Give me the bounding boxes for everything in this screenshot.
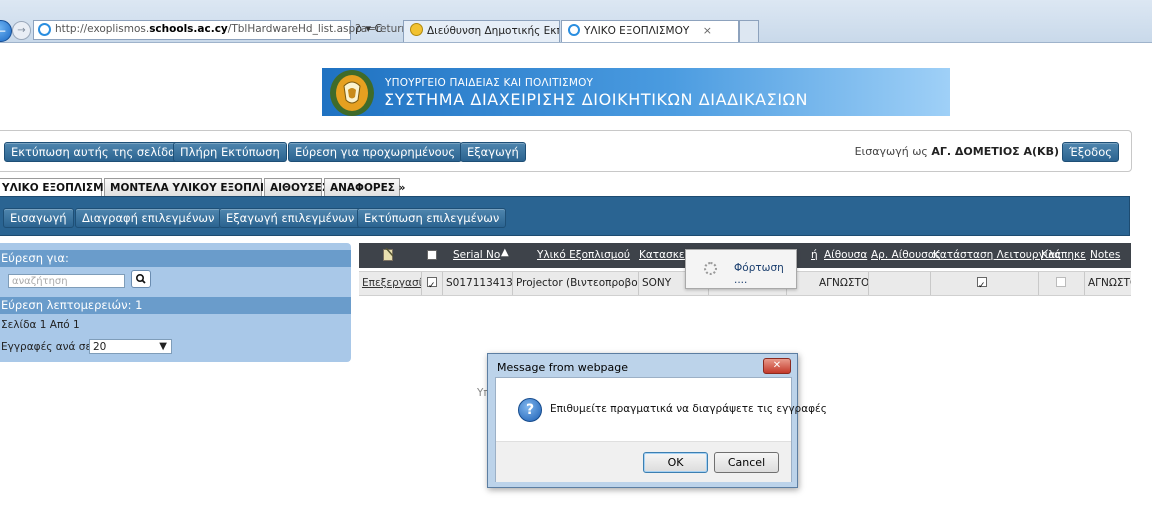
search-button[interactable] — [131, 270, 151, 288]
top-toolbar: Εκτύπωση αυτής της σελίδας Πλήρη Εκτύπωσ… — [0, 130, 1132, 172]
search-panel: Εύρεση για: Εύρεση λεπτομερειών: 1 Σελίδ… — [0, 243, 351, 362]
edit-link[interactable]: Επεξεργασία — [359, 272, 422, 295]
advanced-search-button[interactable]: Εύρεση για προχωρημένους — [288, 142, 463, 162]
ie-icon — [38, 23, 51, 36]
tab-label: Διεύθυνση Δημοτικής Εκπαιδ... — [427, 25, 559, 37]
tab-hardware[interactable]: ΥΛΙΚΟ ΕΞΟΠΛΙΣΜΟΥ — [0, 178, 120, 197]
header-serial[interactable]: Serial No — [453, 249, 500, 261]
chevron-down-icon: ▼ — [159, 341, 167, 352]
tab-label: ΥΛΙΚΟ ΕΞΟΠΛΙΣΜΟΥ — [584, 25, 690, 37]
banner-title: ΣΥΣΤΗΜΑ ΔΙΑΧΕΙΡΙΣΗΣ ΔΙΟΙΚΗΤΙΚΩΝ ΔΙΑΔΙΚΑΣ… — [384, 90, 809, 109]
new-tab-button[interactable] — [739, 20, 759, 42]
browser-tab-directorate[interactable]: Διεύθυνση Δημοτικής Εκπαιδ... — [403, 20, 560, 42]
stolen-checkbox — [1056, 277, 1066, 287]
page-info: Σελίδα 1 Από 1 — [1, 319, 80, 331]
cell-hardware: Projector (Βιντεοπροβολέας) — [513, 272, 639, 295]
tab-hardware-models[interactable]: ΜΟΝΤΕΛΑ ΥΛΙΚΟΥ ΕΞΟΠΛΙΣΜΟΥ — [104, 178, 298, 197]
edit-column-icon — [383, 248, 394, 261]
cyprus-emblem-icon — [330, 70, 374, 116]
tab-reports[interactable]: ΑΝΑΦΟΡΕΣ » — [324, 178, 405, 197]
select-all-checkbox[interactable] — [427, 250, 437, 260]
forward-icon[interactable]: → — [12, 21, 31, 40]
action-bar: Εισαγωγή Διαγραφή επιλεγμένων Εξαγωγή επ… — [0, 196, 1130, 236]
address-bar[interactable]: http://exoplismos.schools.ac.cy/TblHardw… — [33, 20, 408, 40]
full-print-button[interactable]: Πλήρη Εκτύπωση — [173, 142, 287, 162]
back-icon[interactable]: ← — [0, 20, 12, 42]
cell-stolen — [1039, 272, 1085, 295]
logout-button[interactable]: Έξοδος — [1062, 142, 1119, 162]
dialog-body: ? Επιθυμείτε πραγματικά να διαγράψετε τι… — [495, 377, 827, 482]
question-icon: ? — [518, 398, 542, 422]
sort-asc-icon: ▲ — [501, 247, 509, 258]
confirm-dialog: Message from webpage ✕ ? Επιθυμείτε πραγ… — [487, 353, 827, 488]
row-checkbox[interactable] — [427, 275, 437, 295]
browser-chrome: ← → http://exoplismos.schools.ac.cy/TblH… — [0, 0, 1152, 43]
row-select-cell — [422, 272, 443, 295]
dialog-title: Message from webpage — [497, 361, 629, 374]
header-room-number[interactable]: Αρ. Αίθουσας — [871, 249, 941, 261]
search-panel-header: Εύρεση για: — [0, 250, 351, 267]
dialog-close-button[interactable]: ✕ — [763, 358, 791, 374]
cell-serial: S0171134136 — [443, 272, 513, 295]
ministry-banner: ΥΠΟΥΡΓΕΙΟ ΠΑΙΔΕΙΑΣ ΚΑΙ ΠΟΛΙΤΙΣΜΟΥ ΣΥΣΤΗΜ… — [322, 68, 950, 116]
print-selected-button[interactable]: Εκτύπωση επιλεγμένων — [357, 208, 507, 228]
results-header: Εύρεση λεπτομερειών: 1 — [0, 297, 351, 314]
cancel-button[interactable]: Cancel — [714, 452, 779, 473]
header-stolen[interactable]: Κλάπηκε — [1041, 249, 1086, 261]
delete-selected-button[interactable]: Διαγραφή επιλεγμένων — [75, 208, 222, 228]
spinner-icon — [704, 262, 717, 275]
header-room[interactable]: Αίθουσα — [824, 249, 867, 261]
banner-subtitle: ΥΠΟΥΡΓΕΙΟ ΠΑΙΔΕΙΑΣ ΚΑΙ ΠΟΛΙΤΙΣΜΟΥ — [385, 77, 594, 89]
header-notes[interactable]: Notes — [1090, 249, 1120, 261]
print-page-button[interactable]: Εκτύπωση αυτής της σελίδας — [4, 142, 190, 162]
loading-indicator: Φόρτωση .... — [685, 249, 797, 289]
ok-button[interactable]: OK — [643, 452, 708, 473]
search-input[interactable]: αναζήτηση — [8, 274, 125, 288]
insert-button[interactable]: Εισαγωγή — [3, 208, 74, 228]
login-info: Εισαγωγή ως ΑΓ. ΔΟΜΕΤΙΟΣ Α(ΚΒ) — [854, 145, 1059, 158]
cell-room: ΑΓΝΩΣΤΟ — [787, 272, 869, 295]
rows-per-page-select[interactable]: 20 ▼ — [89, 339, 172, 354]
browser-tab-hardware[interactable]: ΥΛΙΚΟ ΕΞΟΠΛΙΣΜΟΥ × — [561, 20, 739, 42]
tab-close-icon[interactable]: × — [703, 21, 712, 41]
status-checkbox — [977, 275, 987, 295]
cell-status — [931, 272, 1039, 295]
cell-notes: ΑΓΝΩΣΤΟ — [1088, 277, 1131, 289]
ie-favicon-icon — [568, 24, 580, 36]
rows-per-page-value: 20 — [93, 341, 107, 353]
export-selected-button[interactable]: Εξαγωγή επιλεγμένων — [219, 208, 362, 228]
header-hardware[interactable]: Υλικό Εξοπλισμού — [537, 249, 630, 261]
search-refresh-icons[interactable]: ρ ▾ C — [355, 22, 382, 35]
loading-text: Φόρτωση .... — [734, 262, 784, 286]
dialog-footer: OK Cancel — [496, 441, 791, 482]
header-manufacturer[interactable]: Κατασκευ — [639, 249, 691, 261]
site-favicon-icon — [410, 23, 423, 36]
header-partial[interactable]: ή — [811, 249, 818, 261]
export-button[interactable]: Εξαγωγή — [460, 142, 526, 162]
dialog-message: Επιθυμείτε πραγματικά να διαγράψετε τις … — [550, 403, 827, 415]
tab-rooms[interactable]: ΑΙΘΟΥΣΕΣ — [264, 178, 329, 197]
cell-room-number — [869, 272, 931, 295]
search-icon — [136, 273, 146, 284]
